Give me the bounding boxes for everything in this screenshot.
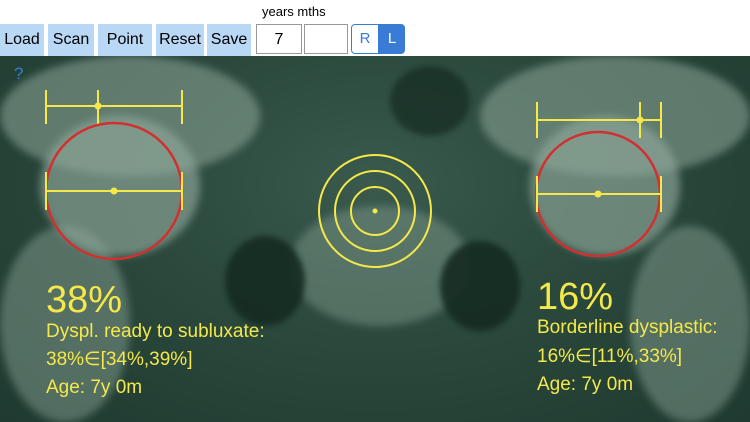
left-hip-classification: Dyspl. ready to subluxate: (46, 321, 265, 342)
right-hip-range: 16%∈[11%,33%] (537, 346, 683, 367)
right-head-center[interactable] (594, 190, 602, 198)
left-acetabular-point[interactable] (94, 102, 102, 110)
left-head-center[interactable] (110, 187, 118, 195)
left-hip-age: Age: 7y 0m (46, 377, 143, 398)
right-hip-age: Age: 7y 0m (537, 374, 634, 395)
concentric-target-icon[interactable] (318, 154, 432, 268)
target-center-dot (372, 208, 378, 214)
left-hip-markers[interactable] (44, 90, 184, 261)
left-hip-percent: 38% (46, 279, 123, 321)
right-acetabular-point[interactable] (636, 116, 644, 124)
right-hip-percent: 16% (537, 276, 614, 318)
right-hip-markers[interactable] (534, 102, 662, 258)
left-hip-range: 38%∈[34%,39%] (46, 349, 193, 370)
right-hip-classification: Borderline dysplastic: (537, 317, 718, 338)
